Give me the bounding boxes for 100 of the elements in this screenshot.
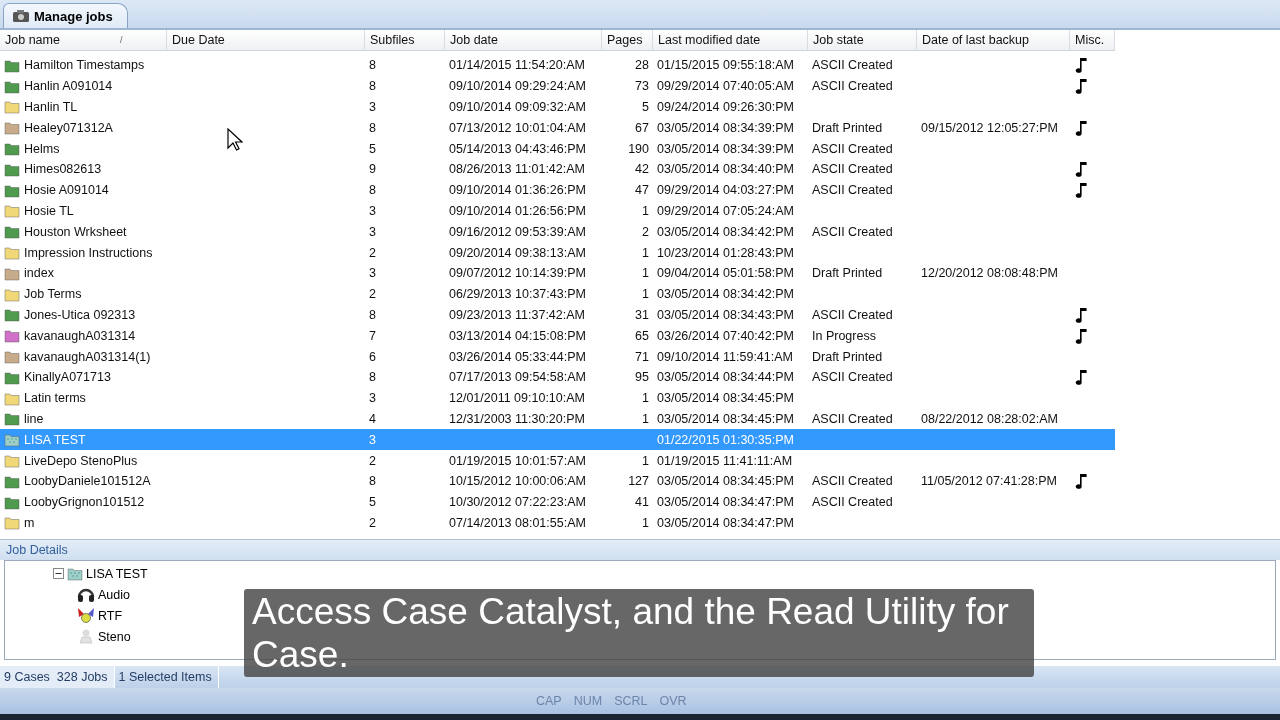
table-cell: 2 [369,245,376,260]
job-row[interactable]: Jones-Utica 092313 8 09/23/2013 11:37:42:AM 31 03/05/2014 08:34:43:PM ASCII Created [0,304,1115,326]
table-cell: 09/29/2014 07:40:05:AM [657,79,794,94]
table-cell: KinallyA071713 [24,370,111,385]
table-cell: 03/26/2014 07:40:42:PM [657,328,794,343]
table-cell: 03/05/2014 08:34:45:PM [657,474,794,489]
column-header[interactable]: Last modified date [658,33,761,47]
job-row[interactable]: Helms 5 05/14/2013 04:43:46:PM 190 03/05/2014 08:34:39:PM ASCII Created [0,138,1115,159]
job-row[interactable]: Job Terms 2 06/29/2013 10:37:43:PM 1 03/05/2014 08:34:42:PM [0,283,1115,305]
table-cell: 41 [635,495,649,510]
job-row[interactable]: line 4 12/31/2003 11:30:20:PM 1 03/05/2014 08:34:45:PM ASCII Created 08/22/2012 08:28:02:AM [0,408,1115,430]
table-cell: 01/19/2015 11:41:11:AM [657,453,793,468]
job-row[interactable]: index 3 09/07/2012 10:14:39:PM 1 09/04/2014 05:01:58:PM Draft Printed 12/20/2012 08:08:48:PM [0,262,1115,284]
column-header[interactable]: Job state [813,33,864,47]
table-cell: 06/29/2013 10:37:43:PM [449,287,586,302]
table-cell: 8 [369,79,376,94]
job-row[interactable]: Hosie A091014 8 09/10/2014 01:36:26:PM 47 09/29/2014 04:03:27:PM ASCII Created [0,179,1115,201]
table-cell: 127 [628,474,649,489]
tree-item[interactable]: RTF [98,608,123,623]
table-cell: 10/15/2012 10:00:06:AM [449,474,586,489]
table-cell: 3 [369,224,376,239]
table-cell: 65 [635,328,649,343]
table-cell: 11/05/2012 07:41:28:PM [921,474,1057,489]
column-header[interactable]: Job date [450,33,498,47]
table-cell: 2 [369,287,376,302]
table-cell: 67 [635,120,649,135]
table-cell: 01/14/2015 11:54:20:AM [449,58,585,73]
table-cell: ASCII Created [812,79,893,94]
table-cell: 1 [642,411,649,426]
job-row[interactable]: Hamilton Timestamps 8 01/14/2015 11:54:20:AM 28 01/15/2015 09:55:18:AM ASCII Created [0,55,1115,76]
column-header[interactable]: Due Date [172,33,225,47]
panel-title: Job Details [6,543,68,557]
job-row[interactable]: Latin terms 3 12/01/2011 09:10:10:AM 1 03/05/2014 08:34:45:PM [0,387,1115,409]
table-cell: 03/26/2014 05:33:44:PM [449,349,586,364]
table-cell: 09/24/2014 09:26:30:PM [657,100,794,114]
job-row[interactable]: kavanaughA031314 7 03/13/2014 04:15:08:PM 65 03/26/2014 07:40:42:PM In Progress [0,325,1115,347]
job-row[interactable]: LoobyDaniele101512A 8 10/15/2012 10:00:06:AM 127 03/05/2014 08:34:45:PM ASCII Created 11/05/2012 07:41:28:PM [0,470,1115,492]
job-row[interactable]: LiveDepo StenoPlus 2 01/19/2015 10:01:57:AM 1 01/19/2015 11:41:11:AM [0,450,1115,471]
job-row[interactable]: Impression Instructions 2 09/20/2014 09:38:13:AM 1 10/23/2014 01:28:43:PM [0,242,1115,263]
table-cell: 03/13/2014 04:15:08:PM [449,328,586,343]
headphones-icon [77,586,95,603]
job-row[interactable]: Hosie TL 3 09/10/2014 01:26:56:PM 1 09/29/2014 07:05:24:AM [0,200,1115,222]
table-cell: 03/05/2014 08:34:39:PM [657,141,794,156]
folder-icon [67,566,83,581]
table-cell: ASCII Created [812,141,893,156]
job-row[interactable]: LoobyGrignon101512 5 10/30/2012 07:22:23:AM 41 03/05/2014 08:34:47:PM ASCII Created [0,491,1115,513]
tree-item[interactable]: Steno [98,629,131,644]
table-cell: Impression Instructions [24,245,153,260]
table-cell: 03/05/2014 08:34:43:PM [657,307,794,322]
table-cell: line [24,411,44,426]
table-cell: 190 [628,141,649,156]
table-cell: 7 [369,328,376,343]
table-cell: 09/29/2014 07:05:24:AM [657,203,794,218]
table-cell: ASCII Created [812,58,893,73]
table-cell: 01/19/2015 10:01:57:AM [449,453,586,468]
job-row[interactable]: KinallyA071713 8 07/17/2013 09:54:58:AM 95 03/05/2014 08:34:44:PM ASCII Created [0,366,1115,388]
manage-jobs-tab[interactable]: Manage jobs [3,3,128,28]
table-cell: Healey071312A [24,120,113,135]
status-text: 9 Cases 328 Jobs [0,666,115,688]
job-row[interactable]: kavanaughA031314(1) 6 03/26/2014 05:33:44:PM 71 09/10/2014 11:59:41:AM Draft Printed [0,346,1115,367]
key-indicator: SCRL [614,694,648,708]
table-cell: 8 [369,183,376,198]
table-cell: 07/13/2012 10:01:04:AM [449,120,586,135]
job-row[interactable]: Himes082613 9 08/26/2013 11:01:42:AM 42 03/05/2014 08:34:40:PM ASCII Created [0,159,1115,180]
column-header[interactable]: Subfiles [370,33,415,47]
column-header[interactable]: Misc. [1075,33,1105,47]
table-cell: LoobyDaniele101512A [24,474,151,489]
table-cell: 42 [635,162,649,177]
table-cell: Hamilton Timestamps [24,58,145,73]
table-cell: 09/23/2013 11:37:42:AM [449,307,585,322]
table-cell: 73 [635,79,649,94]
table-cell: ASCII Created [812,183,893,198]
tree-item[interactable]: LISA TEST [86,566,148,581]
table-cell: 01/15/2015 09:55:18:AM [657,58,794,73]
table-cell: Latin terms [24,391,86,406]
table-cell: ASCII Created [812,224,893,239]
column-header[interactable]: Pages [607,33,643,47]
tree-item[interactable]: Audio [98,587,130,602]
job-row[interactable]: Houston Wrksheet 3 09/16/2012 09:53:39:AM 2 03/05/2014 08:34:42:PM ASCII Created [0,221,1115,243]
table-cell: 03/05/2014 08:34:44:PM [657,370,794,385]
job-row[interactable]: Healey071312A 8 07/13/2012 10:01:04:AM 67 03/05/2014 08:34:39:PM Draft Printed 09/15/2012 12:05:27:PM [0,117,1115,139]
collapse-icon[interactable] [53,568,64,579]
table-cell: Hanlin A091014 [24,79,113,94]
table-cell: Draft Printed [812,266,883,281]
job-row[interactable]: m 2 07/14/2013 08:01:55:AM 1 03/05/2014 08:34:47:PM [0,512,1115,534]
table-cell: kavanaughA031314(1) [24,349,151,364]
table-cell: m [24,515,35,530]
table-cell: 03/05/2014 08:34:42:PM [657,224,794,239]
table-cell: 07/14/2013 08:01:55:AM [449,515,586,530]
sort-indicator: / [119,35,123,45]
table-cell: 3 [369,266,376,281]
job-row[interactable]: Hanlin TL 3 09/10/2014 09:09:32:AM 5 09/24/2014 09:26:30:PM [0,96,1115,118]
table-cell: Job Terms [24,287,82,302]
column-header[interactable]: Job name [5,33,60,47]
table-cell: 09/10/2014 09:09:32:AM [449,100,586,114]
column-header[interactable]: Date of last backup [922,33,1029,47]
job-row[interactable]: Hanlin A091014 8 09/10/2014 09:29:24:AM 73 09/29/2014 07:40:05:AM ASCII Created [0,75,1115,97]
table-cell: 09/10/2014 01:26:56:PM [449,203,586,218]
table-cell: 2 [369,453,376,468]
camera-icon [12,9,30,23]
